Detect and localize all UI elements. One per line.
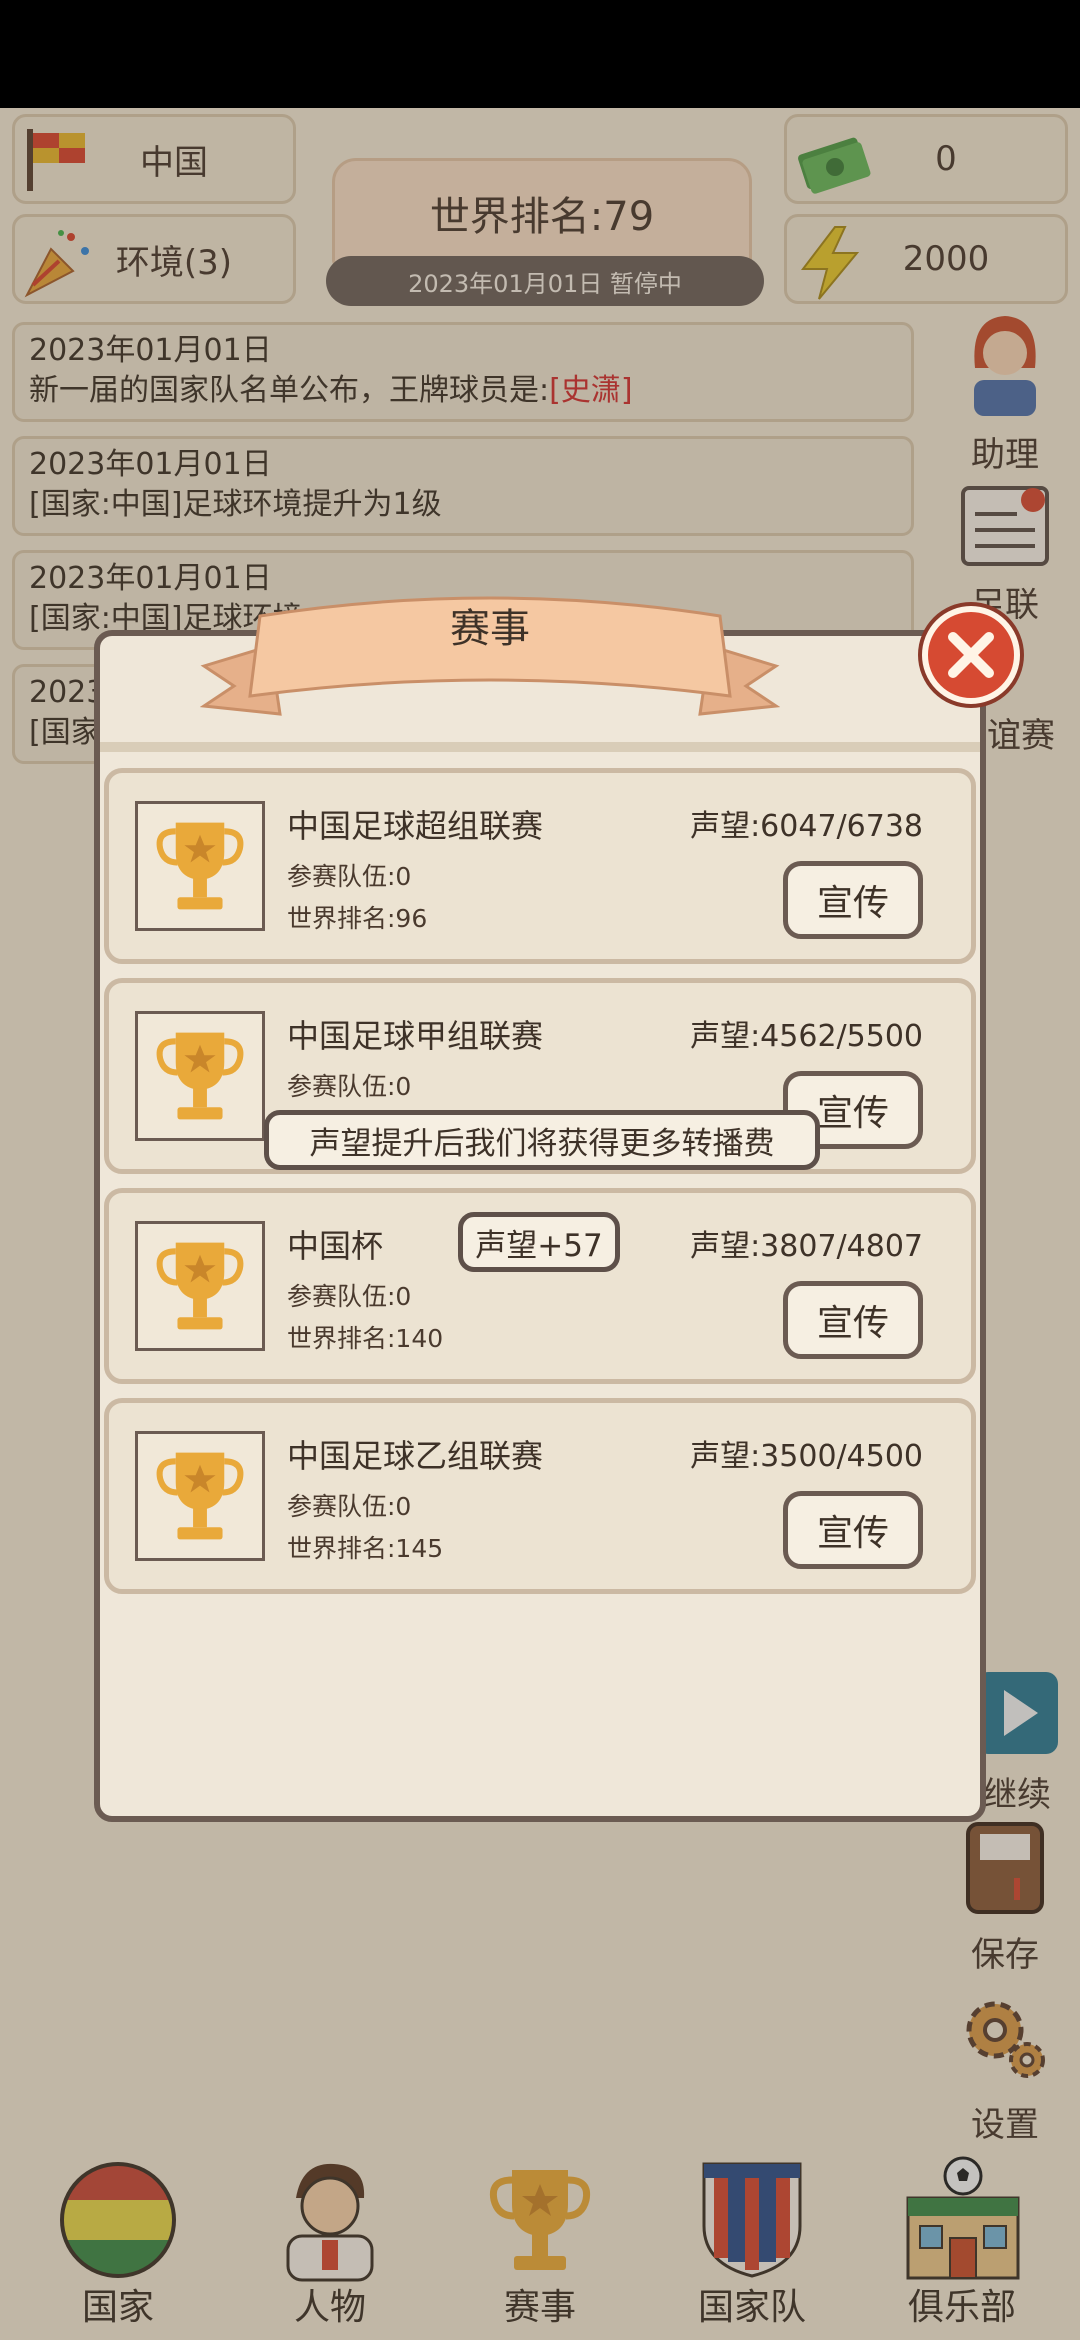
competition-name: 中国足球甲组联赛: [287, 1017, 544, 1055]
trophy-frame: [135, 1011, 265, 1141]
trophy-icon: [156, 822, 244, 910]
competition-name: 中国足球超组联赛: [287, 807, 544, 845]
tooltip-text: 声望提升后我们将获得更多转播费: [309, 1125, 775, 1162]
trophy-frame: [135, 1221, 265, 1351]
competition-world-rank: 世界排名:145: [287, 1534, 444, 1563]
reputation-gain-badge: 声望+57: [458, 1212, 620, 1272]
competition-world-rank: 世界排名:140: [287, 1324, 444, 1353]
competition-reputation: 声望:6047/6738: [690, 809, 923, 844]
promote-button[interactable]: 宣传: [783, 1491, 923, 1569]
competition-teams: 参赛队伍:0: [287, 862, 412, 891]
gain-text: 声望+57: [475, 1227, 603, 1264]
trophy-icon: [156, 1032, 244, 1120]
competition-reputation: 声望:4562/5500: [690, 1019, 923, 1054]
dialog-title: 赛事: [450, 606, 530, 652]
competition-teams: 参赛队伍:0: [287, 1492, 412, 1521]
trophy-icon: [156, 1242, 244, 1330]
reputation-tooltip: 声望提升后我们将获得更多转播费: [264, 1110, 820, 1170]
competition-reputation: 声望:3807/4807: [690, 1229, 923, 1264]
competition-teams: 参赛队伍:0: [287, 1282, 412, 1311]
competition-world-rank: 世界排名:96: [287, 904, 428, 933]
trophy-frame: [135, 801, 265, 931]
competition-name: 中国足球乙组联赛: [287, 1437, 544, 1475]
promote-button[interactable]: 宣传: [783, 861, 923, 939]
trophy-icon: [156, 1452, 244, 1540]
competition-teams: 参赛队伍:0: [287, 1072, 412, 1101]
game-screen: 中国 环境(3) 0 2000 世界排名:79 2023年01月01日 暂停中 …: [0, 108, 1080, 2340]
competition-name: 中国杯: [287, 1227, 384, 1265]
close-button[interactable]: [922, 606, 1020, 704]
competition-card: 中国足球乙组联赛 参赛队伍:0 世界排名:145 声望:3500/4500 宣传: [104, 1398, 976, 1594]
promote-button[interactable]: 宣传: [783, 1281, 923, 1359]
trophy-frame: [135, 1431, 265, 1561]
close-icon: [948, 632, 994, 678]
competition-reputation: 声望:3500/4500: [690, 1439, 923, 1474]
competition-card: 中国足球超组联赛 参赛队伍:0 世界排名:96 声望:6047/6738 宣传: [104, 768, 976, 964]
